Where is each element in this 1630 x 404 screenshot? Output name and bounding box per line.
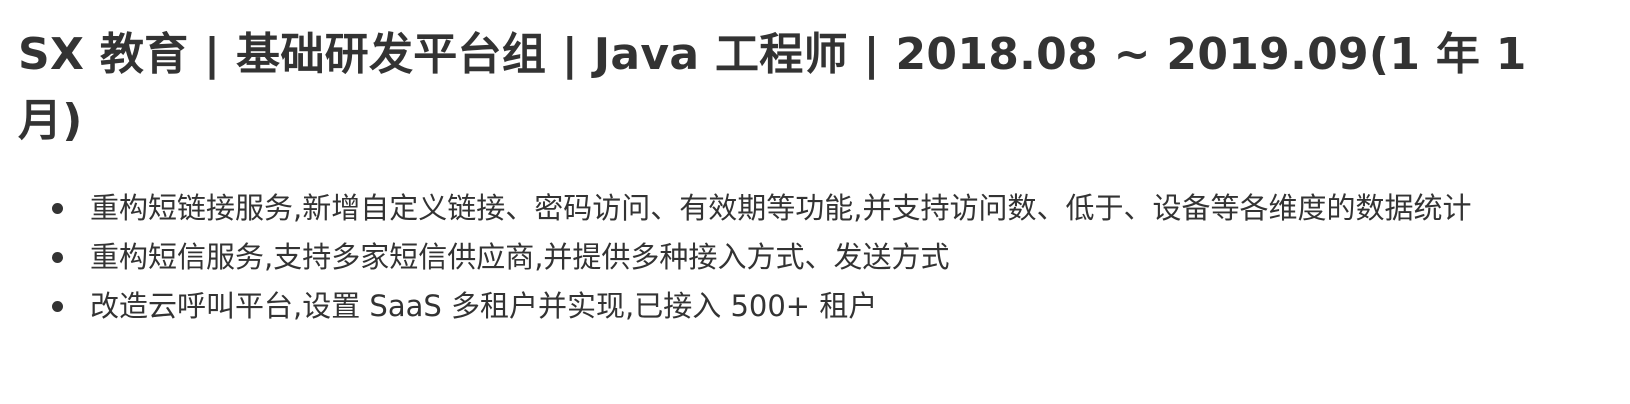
list-item-text: 重构短链接服务,新增自定义链接、密码访问、有效期等功能,并支持访问数、低于、设备… [90,191,1472,225]
experience-heading: SX 教育 | 基础研发平台组 | Java 工程师 | 2018.08 ~ 2… [18,29,1527,146]
list-item: 重构短信服务,支持多家短信供应商,并提供多种接入方式、发送方式 [18,233,1548,282]
list-item-text: 重构短信服务,支持多家短信供应商,并提供多种接入方式、发送方式 [90,240,950,274]
resume-section: SX 教育 | 基础研发平台组 | Java 工程师 | 2018.08 ~ 2… [0,0,1630,404]
bullet-icon [52,203,63,214]
list-item: 重构短链接服务,新增自定义链接、密码访问、有效期等功能,并支持访问数、低于、设备… [18,184,1548,233]
bullet-icon [52,301,63,312]
list-item-text: 改造云呼叫平台,设置 SaaS 多租户并实现,已接入 500+ 租户 [90,289,878,323]
bullet-icon [52,252,63,263]
list-item: 改造云呼叫平台,设置 SaaS 多租户并实现,已接入 500+ 租户 [18,282,1548,331]
achievement-list: 重构短链接服务,新增自定义链接、密码访问、有效期等功能,并支持访问数、低于、设备… [18,184,1612,331]
